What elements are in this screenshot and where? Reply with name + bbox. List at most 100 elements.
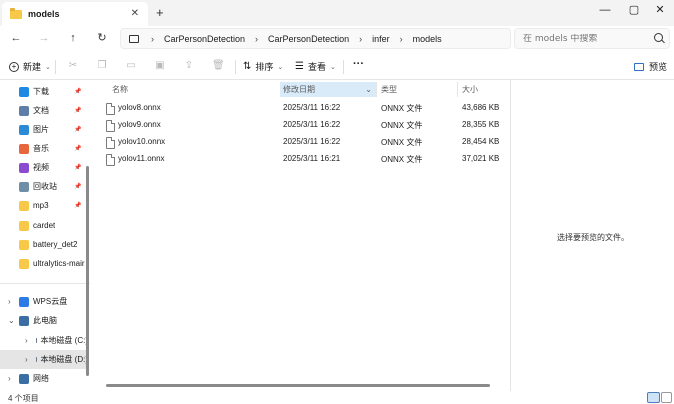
file-row[interactable]: yolov9.onnx 2025/3/11 16:22 ONNX 文件 28,355 … [94,117,510,134]
file-type: ONNX 文件 [381,104,423,113]
computer-icon [19,315,29,326]
column-header-size[interactable]: 大小 [462,82,510,97]
file-icon [106,154,115,166]
file-name: yolov9.onnx [118,120,161,129]
refresh-button[interactable]: ↻ [94,30,110,46]
forward-button[interactable]: → [36,30,52,46]
sidebar-item[interactable]: 下载 📌 [0,82,88,101]
pin-icon: 📌 [74,127,82,133]
sidebar-item-label: 回收站 [33,182,57,191]
preview-pane-button[interactable]: 预览 [634,60,667,73]
pin-icon: 📌 [74,89,82,95]
rename-icon[interactable]: ▭ [125,60,137,72]
column-header-name[interactable]: 名称 [112,82,280,97]
sidebar-item[interactable]: 回收站 📌 [0,177,88,196]
address-bar[interactable]: › CarPersonDetection › CarPersonDetectio… [120,28,511,49]
more-options-button[interactable]: ··· [353,58,364,70]
column-header-type[interactable]: 类型 [381,82,461,97]
sidebar-item-label: WPS云盘 [33,297,68,306]
sidebar-tree-item[interactable]: › 网络 [0,369,88,388]
share-icon[interactable]: ⇪ [183,60,195,72]
sidebar-item[interactable]: 图片 📌 [0,120,88,139]
file-row[interactable]: yolov11.onnx 2025/3/11 16:21 ONNX 文件 37,021… [94,151,510,168]
paste-icon[interactable]: ▣ [154,60,166,72]
file-date: 2025/3/11 16:21 [283,154,341,163]
chevron-right-icon: › [359,33,363,44]
file-row[interactable]: yolov10.onnx 2025/3/11 16:22 ONNX 文件 28,454… [94,134,510,151]
video-icon [19,162,29,173]
sidebar-scrollbar[interactable] [86,166,89,376]
sidebar-item[interactable]: mp3 📌 [0,196,88,215]
cut-icon[interactable]: ✂ [67,60,79,72]
computer-icon [129,34,139,43]
chevron-right-icon[interactable]: › [25,336,28,345]
file-type: ONNX 文件 [381,121,423,130]
file-name: yolov11.onnx [118,154,165,163]
file-icon [106,103,115,115]
up-button[interactable]: ↑ [65,30,81,46]
sidebar-item[interactable]: 音乐 📌 [0,139,88,158]
delete-icon[interactable]: 🗑 [212,60,225,72]
copy-icon[interactable]: ❐ [96,60,108,72]
download-icon [19,86,29,97]
chevron-down-icon[interactable]: ⌄ [8,316,15,325]
search-icon[interactable] [654,33,663,42]
sidebar-item[interactable]: 文档 📌 [0,101,88,120]
sidebar-tree-item[interactable]: › 本地磁盘 (C:) [0,331,88,350]
details-view-icon[interactable] [647,392,660,403]
minimize-button[interactable]: — [590,1,620,21]
command-bar: + 新建 ⌄ ✂ ❐ ▭ ▣ ⇪ 🗑 ⇅ 排序 ⌄ ☰ 查看 ⌄ ··· 预览 [0,54,674,80]
file-size: 28,454 KB [462,137,500,146]
pin-icon: 📌 [74,184,82,190]
file-size: 43,686 KB [462,103,500,112]
chevron-right-icon[interactable]: › [8,374,11,383]
new-button-label: 新建 [23,62,42,72]
pin-icon: 📌 [74,203,82,209]
sort-button[interactable]: ⇅ 排序 ⌄ [243,60,283,73]
chevron-right-icon: › [399,33,403,44]
sidebar-item[interactable]: ultralytics-mair [0,254,88,273]
sidebar-item[interactable]: battery_det2 [0,235,88,254]
new-button[interactable]: + 新建 ⌄ [9,60,51,73]
chevron-right-icon: › [255,33,259,44]
file-row[interactable]: yolov8.onnx 2025/3/11 16:22 ONNX 文件 43,686 … [94,100,510,117]
folder-icon [10,7,22,19]
breadcrumb-item[interactable]: CarPersonDetection [164,34,245,44]
search-box[interactable] [514,28,670,49]
sidebar-tree-item[interactable]: › 本地磁盘 (D:) [0,350,88,369]
view-icon: ☰ [295,61,304,72]
sidebar-item[interactable]: cardet [0,216,88,235]
sidebar-tree-item[interactable]: ⌄ 此电脑 [0,311,88,330]
tab-models[interactable]: models ✕ [2,2,148,26]
preview-pane-icon [634,62,644,71]
file-name: yolov8.onnx [118,103,161,112]
tiles-view-icon[interactable] [661,392,672,403]
navigation-pane: 下载 📌 文档 📌 图片 📌 音乐 📌 视频 📌 回收站 📌 mp3 📌 cardet battery_det… [0,80,92,391]
close-window-button[interactable]: ✕ [645,1,674,21]
breadcrumb-item[interactable]: CarPersonDetection [268,34,349,44]
file-size: 28,355 KB [462,120,500,129]
sidebar-item[interactable]: 视频 📌 [0,158,88,177]
sort-icon: ⇅ [243,61,252,72]
sidebar-tree-item[interactable]: › WPS云盘 [0,292,88,311]
breadcrumb-item[interactable]: models [413,34,442,44]
pin-icon: 📌 [74,108,82,114]
search-input[interactable] [523,33,643,44]
recycle-bin-icon [19,181,29,192]
view-button[interactable]: ☰ 查看 ⌄ [295,60,336,73]
file-type: ONNX 文件 [381,155,423,164]
chevron-right-icon: › [151,33,154,44]
sidebar-item-label: 视频 [33,163,49,172]
column-header-date[interactable]: 修改日期 ⌄ [280,82,376,97]
document-icon [19,105,29,116]
tab-close-button[interactable]: ✕ [131,8,139,19]
new-tab-button[interactable]: + [156,5,164,20]
file-type: ONNX 文件 [381,138,423,147]
horizontal-scrollbar[interactable] [106,384,490,387]
back-button[interactable]: ← [8,30,24,46]
tab-title: models [28,9,60,19]
chevron-right-icon[interactable]: › [25,355,28,364]
chevron-right-icon[interactable]: › [8,297,11,306]
breadcrumb-item[interactable]: infer [372,34,390,44]
file-date: 2025/3/11 16:22 [283,103,341,112]
